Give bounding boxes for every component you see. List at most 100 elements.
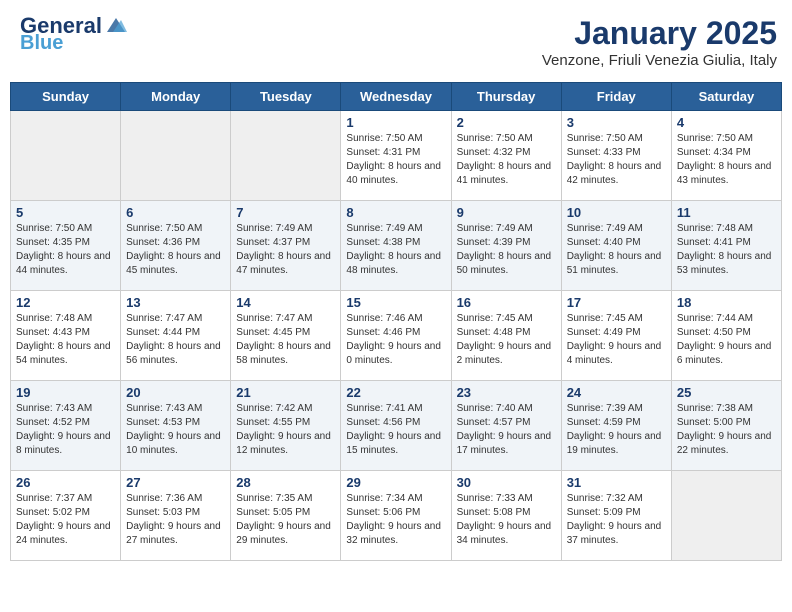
day-detail: Sunrise: 7:44 AMSunset: 4:50 PMDaylight:… bbox=[677, 313, 772, 366]
day-number: 13 bbox=[126, 295, 225, 310]
week-row-2: 5 Sunrise: 7:50 AMSunset: 4:35 PMDayligh… bbox=[11, 201, 782, 291]
day-number: 24 bbox=[567, 385, 666, 400]
day-number: 17 bbox=[567, 295, 666, 310]
calendar-cell: 13 Sunrise: 7:47 AMSunset: 4:44 PMDaylig… bbox=[121, 291, 231, 381]
day-number: 1 bbox=[346, 115, 445, 130]
day-detail: Sunrise: 7:42 AMSunset: 4:55 PMDaylight:… bbox=[236, 403, 331, 456]
day-detail: Sunrise: 7:41 AMSunset: 4:56 PMDaylight:… bbox=[346, 403, 441, 456]
day-detail: Sunrise: 7:33 AMSunset: 5:08 PMDaylight:… bbox=[457, 493, 552, 546]
calendar-cell: 25 Sunrise: 7:38 AMSunset: 5:00 PMDaylig… bbox=[671, 381, 781, 471]
calendar-cell: 23 Sunrise: 7:40 AMSunset: 4:57 PMDaylig… bbox=[451, 381, 561, 471]
calendar-cell: 11 Sunrise: 7:48 AMSunset: 4:41 PMDaylig… bbox=[671, 201, 781, 291]
weekday-header-sunday: Sunday bbox=[11, 83, 121, 111]
calendar-cell: 4 Sunrise: 7:50 AMSunset: 4:34 PMDayligh… bbox=[671, 111, 781, 201]
logo-icon bbox=[105, 16, 127, 34]
calendar-cell bbox=[11, 111, 121, 201]
day-number: 18 bbox=[677, 295, 776, 310]
day-number: 25 bbox=[677, 385, 776, 400]
weekday-header-saturday: Saturday bbox=[671, 83, 781, 111]
day-detail: Sunrise: 7:34 AMSunset: 5:06 PMDaylight:… bbox=[346, 493, 441, 546]
week-row-5: 26 Sunrise: 7:37 AMSunset: 5:02 PMDaylig… bbox=[11, 471, 782, 561]
day-number: 7 bbox=[236, 205, 335, 220]
day-number: 31 bbox=[567, 475, 666, 490]
calendar-cell: 22 Sunrise: 7:41 AMSunset: 4:56 PMDaylig… bbox=[341, 381, 451, 471]
calendar-cell: 6 Sunrise: 7:50 AMSunset: 4:36 PMDayligh… bbox=[121, 201, 231, 291]
day-number: 6 bbox=[126, 205, 225, 220]
day-number: 22 bbox=[346, 385, 445, 400]
day-number: 11 bbox=[677, 205, 776, 220]
day-detail: Sunrise: 7:47 AMSunset: 4:44 PMDaylight:… bbox=[126, 313, 221, 366]
day-detail: Sunrise: 7:48 AMSunset: 4:43 PMDaylight:… bbox=[16, 313, 111, 366]
day-detail: Sunrise: 7:39 AMSunset: 4:59 PMDaylight:… bbox=[567, 403, 662, 456]
calendar-cell: 30 Sunrise: 7:33 AMSunset: 5:08 PMDaylig… bbox=[451, 471, 561, 561]
weekday-header-monday: Monday bbox=[121, 83, 231, 111]
day-detail: Sunrise: 7:43 AMSunset: 4:53 PMDaylight:… bbox=[126, 403, 221, 456]
day-detail: Sunrise: 7:50 AMSunset: 4:35 PMDaylight:… bbox=[16, 223, 111, 276]
calendar-cell bbox=[231, 111, 341, 201]
calendar-cell: 27 Sunrise: 7:36 AMSunset: 5:03 PMDaylig… bbox=[121, 471, 231, 561]
page-header: General Blue January 2025 Venzone, Friul… bbox=[10, 10, 782, 74]
calendar-subtitle: Venzone, Friuli Venezia Giulia, Italy bbox=[542, 52, 777, 69]
day-detail: Sunrise: 7:49 AMSunset: 4:39 PMDaylight:… bbox=[457, 223, 552, 276]
calendar-cell: 12 Sunrise: 7:48 AMSunset: 4:43 PMDaylig… bbox=[11, 291, 121, 381]
calendar-cell: 18 Sunrise: 7:44 AMSunset: 4:50 PMDaylig… bbox=[671, 291, 781, 381]
day-detail: Sunrise: 7:32 AMSunset: 5:09 PMDaylight:… bbox=[567, 493, 662, 546]
week-row-4: 19 Sunrise: 7:43 AMSunset: 4:52 PMDaylig… bbox=[11, 381, 782, 471]
day-number: 4 bbox=[677, 115, 776, 130]
day-number: 29 bbox=[346, 475, 445, 490]
day-detail: Sunrise: 7:49 AMSunset: 4:38 PMDaylight:… bbox=[346, 223, 441, 276]
day-detail: Sunrise: 7:49 AMSunset: 4:37 PMDaylight:… bbox=[236, 223, 331, 276]
calendar-cell: 14 Sunrise: 7:47 AMSunset: 4:45 PMDaylig… bbox=[231, 291, 341, 381]
day-detail: Sunrise: 7:47 AMSunset: 4:45 PMDaylight:… bbox=[236, 313, 331, 366]
calendar-cell: 10 Sunrise: 7:49 AMSunset: 4:40 PMDaylig… bbox=[561, 201, 671, 291]
day-detail: Sunrise: 7:43 AMSunset: 4:52 PMDaylight:… bbox=[16, 403, 111, 456]
calendar-cell: 31 Sunrise: 7:32 AMSunset: 5:09 PMDaylig… bbox=[561, 471, 671, 561]
calendar-cell: 29 Sunrise: 7:34 AMSunset: 5:06 PMDaylig… bbox=[341, 471, 451, 561]
calendar-cell: 15 Sunrise: 7:46 AMSunset: 4:46 PMDaylig… bbox=[341, 291, 451, 381]
day-number: 23 bbox=[457, 385, 556, 400]
calendar-cell: 7 Sunrise: 7:49 AMSunset: 4:37 PMDayligh… bbox=[231, 201, 341, 291]
day-detail: Sunrise: 7:38 AMSunset: 5:00 PMDaylight:… bbox=[677, 403, 772, 456]
day-number: 10 bbox=[567, 205, 666, 220]
day-number: 9 bbox=[457, 205, 556, 220]
day-number: 14 bbox=[236, 295, 335, 310]
calendar-cell: 1 Sunrise: 7:50 AMSunset: 4:31 PMDayligh… bbox=[341, 111, 451, 201]
calendar-cell: 19 Sunrise: 7:43 AMSunset: 4:52 PMDaylig… bbox=[11, 381, 121, 471]
day-number: 30 bbox=[457, 475, 556, 490]
day-detail: Sunrise: 7:36 AMSunset: 5:03 PMDaylight:… bbox=[126, 493, 221, 546]
weekday-header-friday: Friday bbox=[561, 83, 671, 111]
calendar-title: January 2025 bbox=[542, 15, 777, 52]
calendar-table: SundayMondayTuesdayWednesdayThursdayFrid… bbox=[10, 82, 782, 561]
weekday-header-tuesday: Tuesday bbox=[231, 83, 341, 111]
day-detail: Sunrise: 7:48 AMSunset: 4:41 PMDaylight:… bbox=[677, 223, 772, 276]
day-detail: Sunrise: 7:50 AMSunset: 4:36 PMDaylight:… bbox=[126, 223, 221, 276]
day-detail: Sunrise: 7:37 AMSunset: 5:02 PMDaylight:… bbox=[16, 493, 111, 546]
day-detail: Sunrise: 7:50 AMSunset: 4:32 PMDaylight:… bbox=[457, 133, 552, 186]
logo-blue: Blue bbox=[20, 33, 63, 53]
day-detail: Sunrise: 7:50 AMSunset: 4:34 PMDaylight:… bbox=[677, 133, 772, 186]
day-number: 8 bbox=[346, 205, 445, 220]
title-block: January 2025 Venzone, Friuli Venezia Giu… bbox=[542, 15, 777, 69]
calendar-cell: 24 Sunrise: 7:39 AMSunset: 4:59 PMDaylig… bbox=[561, 381, 671, 471]
day-number: 20 bbox=[126, 385, 225, 400]
calendar-cell: 5 Sunrise: 7:50 AMSunset: 4:35 PMDayligh… bbox=[11, 201, 121, 291]
calendar-cell: 28 Sunrise: 7:35 AMSunset: 5:05 PMDaylig… bbox=[231, 471, 341, 561]
weekday-header-row: SundayMondayTuesdayWednesdayThursdayFrid… bbox=[11, 83, 782, 111]
calendar-cell: 17 Sunrise: 7:45 AMSunset: 4:49 PMDaylig… bbox=[561, 291, 671, 381]
day-number: 12 bbox=[16, 295, 115, 310]
calendar-cell: 20 Sunrise: 7:43 AMSunset: 4:53 PMDaylig… bbox=[121, 381, 231, 471]
calendar-cell: 16 Sunrise: 7:45 AMSunset: 4:48 PMDaylig… bbox=[451, 291, 561, 381]
weekday-header-wednesday: Wednesday bbox=[341, 83, 451, 111]
day-detail: Sunrise: 7:35 AMSunset: 5:05 PMDaylight:… bbox=[236, 493, 331, 546]
day-detail: Sunrise: 7:46 AMSunset: 4:46 PMDaylight:… bbox=[346, 313, 441, 366]
calendar-cell bbox=[671, 471, 781, 561]
day-number: 2 bbox=[457, 115, 556, 130]
day-number: 27 bbox=[126, 475, 225, 490]
calendar-cell: 9 Sunrise: 7:49 AMSunset: 4:39 PMDayligh… bbox=[451, 201, 561, 291]
day-detail: Sunrise: 7:50 AMSunset: 4:33 PMDaylight:… bbox=[567, 133, 662, 186]
week-row-3: 12 Sunrise: 7:48 AMSunset: 4:43 PMDaylig… bbox=[11, 291, 782, 381]
calendar-cell: 26 Sunrise: 7:37 AMSunset: 5:02 PMDaylig… bbox=[11, 471, 121, 561]
day-number: 16 bbox=[457, 295, 556, 310]
day-number: 19 bbox=[16, 385, 115, 400]
calendar-cell: 3 Sunrise: 7:50 AMSunset: 4:33 PMDayligh… bbox=[561, 111, 671, 201]
